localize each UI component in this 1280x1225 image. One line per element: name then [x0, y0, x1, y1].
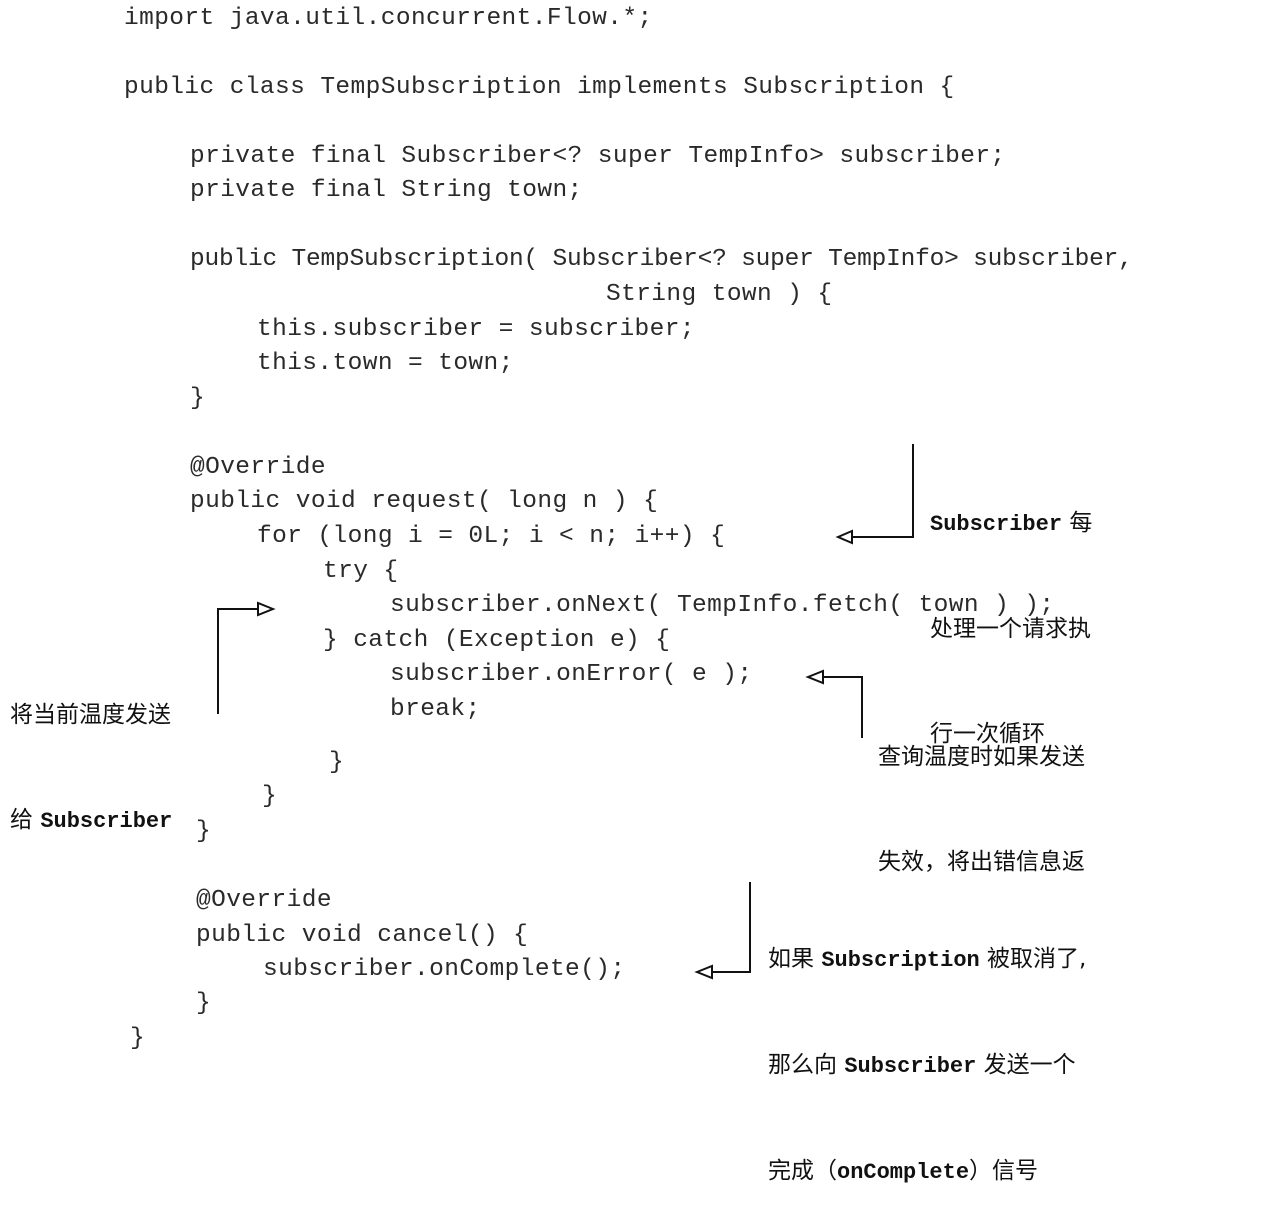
arrow-on-next [217, 608, 258, 714]
annotation-on-complete-code-3: onComplete [837, 1160, 970, 1185]
annotation-request-loop-text-1: 每 [1062, 510, 1093, 536]
annotation-on-complete-tail-2: 发送一个 [976, 1052, 1076, 1078]
arrowhead-on-complete [694, 964, 713, 980]
annotation-on-next-text-2: 给 [10, 807, 41, 833]
annotation-on-complete-text-1: 如果 [768, 946, 822, 972]
annotation-on-complete: 如果 Subscription 被取消了, 那么向 Subscriber 发送一… [768, 872, 1086, 1225]
arrow-on-error [823, 676, 863, 738]
annotation-on-next: 将当前温度发送 给 Subscriber [10, 628, 172, 874]
annotation-on-error-text-1: 查询温度时如果发送 [878, 744, 1085, 770]
annotation-request-loop-code: Subscriber [930, 512, 1063, 537]
arrowhead-request-loop [835, 529, 853, 545]
annotation-on-complete-tail-3: ）信号 [969, 1158, 1039, 1184]
arrowhead-on-next [257, 601, 276, 617]
annotation-on-complete-text-2: 那么向 [768, 1052, 845, 1078]
annotation-on-next-code: Subscriber [40, 809, 173, 834]
annotation-on-complete-code-1: Subscription [821, 948, 980, 973]
arrow-request-loop [852, 444, 914, 538]
annotation-on-complete-text-3: 完成（ [768, 1158, 837, 1184]
annotation-on-complete-code-2: Subscriber [844, 1054, 977, 1079]
arrow-on-complete [712, 882, 751, 973]
annotation-on-complete-tail-1: 被取消了, [979, 946, 1087, 972]
annotation-on-next-text-1: 将当前温度发送 [10, 702, 171, 728]
arrowhead-on-error [805, 669, 824, 685]
annotation-request-loop-text-2: 处理一个请求执 [930, 616, 1091, 642]
